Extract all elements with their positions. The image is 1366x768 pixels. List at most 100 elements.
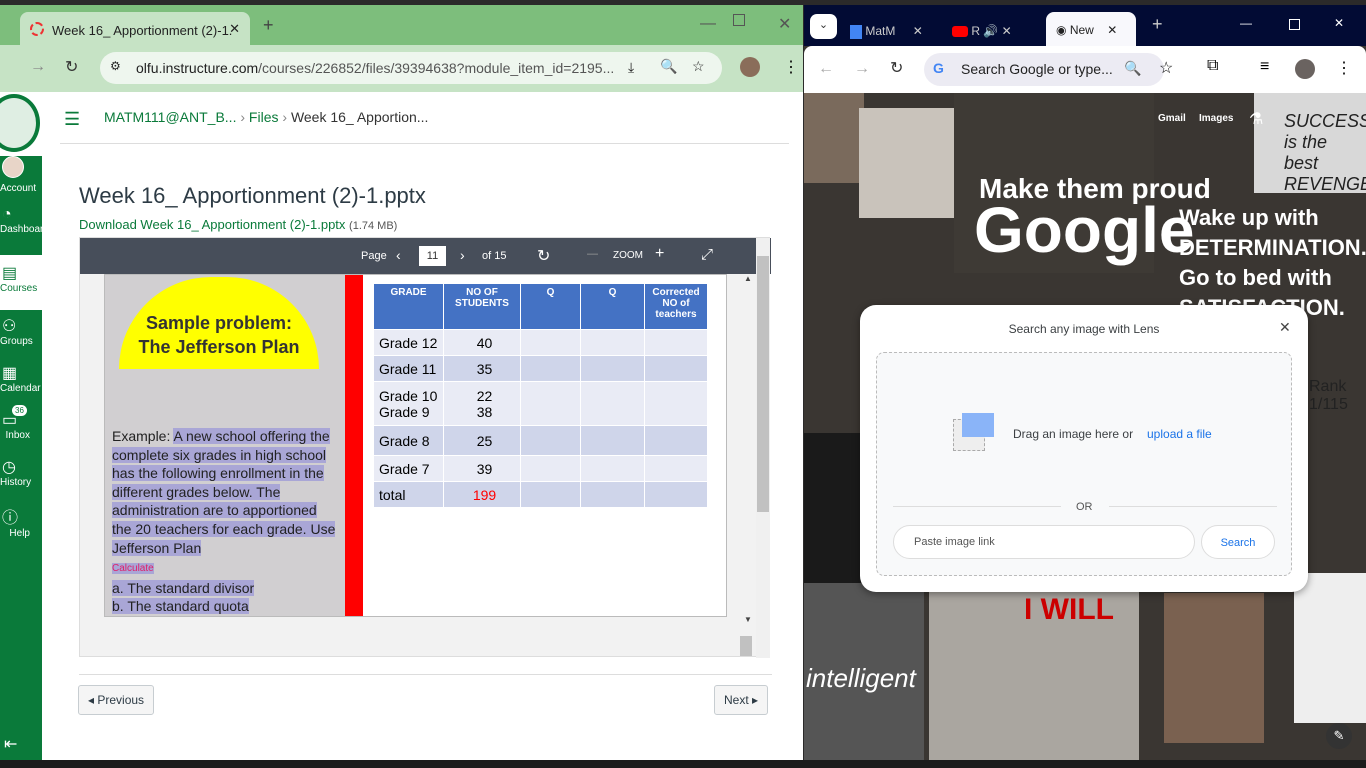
install-icon[interactable]: ⤓ bbox=[628, 59, 634, 76]
school-logo[interactable] bbox=[0, 92, 42, 156]
image-icon bbox=[953, 413, 994, 451]
omnibox[interactable]: G Search Google or type... 🔍 bbox=[924, 53, 1164, 86]
menu-icon[interactable]: ⋮ bbox=[783, 57, 799, 77]
or-label: OR bbox=[1076, 501, 1093, 513]
cell: 22 38 bbox=[443, 381, 521, 426]
table-row: Grade 7 39 bbox=[373, 455, 708, 482]
zoom-icon[interactable]: 🔍 bbox=[1124, 60, 1141, 77]
minimize-button[interactable]: — bbox=[700, 15, 716, 33]
example-body: A new school offering the complete six g… bbox=[112, 428, 336, 556]
reload-icon[interactable]: ↻ bbox=[890, 58, 903, 78]
close-tab-icon[interactable]: ✕ bbox=[913, 24, 923, 38]
maximize-button[interactable] bbox=[733, 14, 745, 26]
calculate-label: Calculate bbox=[112, 563, 154, 575]
image-drop-zone[interactable]: Drag an image here or upload a file OR P… bbox=[876, 352, 1292, 576]
star-icon[interactable]: ☆ bbox=[692, 58, 705, 75]
maximize-button[interactable] bbox=[1289, 19, 1300, 30]
youtube-icon bbox=[952, 26, 968, 38]
next-button[interactable]: Next ▸ bbox=[714, 685, 769, 715]
next-page-icon[interactable]: › bbox=[460, 247, 465, 263]
nav-label: Calendar bbox=[0, 383, 41, 394]
close-window-button[interactable]: ✕ bbox=[1334, 16, 1344, 30]
nav-courses[interactable]: ▤ Courses bbox=[0, 255, 42, 310]
nav-history[interactable]: ◷ History bbox=[0, 457, 42, 503]
tab-canvas-file[interactable]: Week 16_ Apportionment (2)-1. ✕ bbox=[20, 12, 250, 45]
fullscreen-icon[interactable]: ⤢ bbox=[701, 246, 713, 263]
tab-youtube[interactable]: R 🔊 ✕ bbox=[952, 13, 1032, 46]
menu-icon[interactable]: ⋮ bbox=[1336, 58, 1352, 78]
close-window-button[interactable]: ✕ bbox=[778, 14, 791, 34]
prev-page-icon[interactable]: ‹ bbox=[396, 247, 401, 263]
enrollment-table: GRADE NO OF STUDENTS Q Q Corrected NO of… bbox=[373, 283, 708, 508]
red-bar bbox=[345, 275, 363, 616]
zoom-in-icon[interactable]: + bbox=[655, 245, 664, 263]
extensions-icon[interactable]: ⧉ bbox=[1207, 57, 1218, 75]
crumb-files[interactable]: Files bbox=[249, 109, 279, 125]
divider bbox=[60, 143, 789, 144]
reload-icon[interactable]: ↻ bbox=[65, 57, 78, 77]
zoom-out-icon[interactable]: — bbox=[587, 248, 598, 260]
close-icon[interactable]: ✕ bbox=[1279, 319, 1291, 336]
image-link-input[interactable]: Paste image link bbox=[893, 525, 1195, 559]
hamburger-icon[interactable]: ☰ bbox=[64, 109, 80, 130]
cell: 25 bbox=[443, 425, 521, 456]
rotate-icon[interactable]: ↻ bbox=[537, 246, 550, 266]
nav-help[interactable]: ⓘ Help bbox=[0, 504, 42, 550]
images-link[interactable]: Images bbox=[1199, 113, 1233, 124]
previous-button[interactable]: ◂ Previous bbox=[78, 685, 155, 715]
nav-inbox[interactable]: ▭ Inbox 36 bbox=[0, 405, 42, 456]
col-header: Corrected NO of teachers bbox=[644, 283, 708, 330]
profile-avatar[interactable] bbox=[740, 57, 760, 77]
nav-account[interactable]: Account bbox=[0, 156, 42, 202]
address-bar[interactable]: ⚙ olfu.instructure.com/courses/226852/fi… bbox=[100, 52, 722, 84]
tab-title: New bbox=[1069, 23, 1094, 37]
lens-title: Search any image with Lens bbox=[1008, 322, 1160, 336]
tab-search-button[interactable]: ⌄ bbox=[810, 14, 837, 39]
site-settings-icon[interactable]: ⚙ bbox=[110, 59, 121, 73]
right-browser-window: ⌄ MatM ✕ R 🔊 ✕ ◉ New ✕ + — ✕ ← → ↻ G Sea… bbox=[804, 5, 1366, 760]
download-link[interactable]: Download Week 16_ Apportionment (2)-1.pp… bbox=[79, 217, 345, 232]
close-tab-icon[interactable]: ✕ bbox=[229, 21, 240, 37]
media-icon[interactable]: ≡ bbox=[1260, 58, 1269, 76]
gmail-link[interactable]: Gmail bbox=[1158, 113, 1186, 124]
viewer-scrollbar[interactable] bbox=[740, 238, 770, 658]
tab-new-tab[interactable]: ◉ New ✕ bbox=[1046, 12, 1136, 46]
nav-groups[interactable]: ⚇ Groups bbox=[0, 316, 42, 362]
crumb-course[interactable]: MATM111@ANT_B... bbox=[104, 109, 236, 125]
cell: Grade 10 Grade 9 bbox=[373, 381, 444, 426]
crumb-current: Week 16_ Apportion... bbox=[290, 109, 429, 125]
customize-edit-icon[interactable]: ✎ bbox=[1326, 723, 1352, 749]
new-tab-button[interactable]: + bbox=[263, 15, 274, 36]
col-header: Q bbox=[580, 283, 645, 330]
nav-label: Groups bbox=[0, 336, 33, 347]
profile-avatar[interactable] bbox=[1295, 59, 1315, 79]
page-input[interactable]: 11 bbox=[419, 246, 446, 266]
cell: total bbox=[373, 481, 444, 508]
search-button[interactable]: Search bbox=[1201, 525, 1275, 559]
tab-docs[interactable]: MatM ✕ bbox=[850, 13, 940, 46]
minimize-button[interactable]: — bbox=[1240, 16, 1252, 30]
nav-dashboard[interactable]: ◔ Dashboard bbox=[0, 206, 49, 252]
nav-label: Help bbox=[9, 528, 30, 539]
close-tab-icon[interactable]: ✕ bbox=[1002, 24, 1012, 38]
nav-label: Inbox bbox=[5, 430, 30, 441]
nav-label: Account bbox=[0, 183, 37, 194]
wallpaper-text: intelligent bbox=[806, 663, 916, 693]
speaker-icon[interactable]: 🔊 bbox=[983, 24, 998, 38]
nav-calendar[interactable]: ▦ Calendar bbox=[0, 363, 42, 409]
taskbar bbox=[0, 760, 1366, 768]
collapse-nav-icon[interactable]: ⇤ bbox=[4, 734, 17, 754]
close-tab-icon[interactable]: ✕ bbox=[1107, 23, 1117, 37]
forward-icon[interactable]: → bbox=[854, 60, 870, 78]
new-tab-button[interactable]: + bbox=[1152, 14, 1163, 35]
upload-file-link[interactable]: upload a file bbox=[1147, 427, 1212, 441]
zoom-icon[interactable]: 🔍 bbox=[660, 58, 677, 75]
back-icon[interactable]: ← bbox=[818, 60, 834, 78]
speedometer-icon: ◔ bbox=[2, 206, 12, 223]
star-icon[interactable]: ☆ bbox=[1159, 58, 1173, 78]
slide-scrollbar[interactable]: ▲ ▼ bbox=[740, 274, 756, 624]
labs-icon[interactable]: ⚗ bbox=[1249, 109, 1263, 129]
forward-icon[interactable]: → bbox=[30, 58, 46, 76]
cell: 40 bbox=[443, 329, 521, 356]
lens-dialog: Search any image with Lens ✕ Drag an ima… bbox=[860, 305, 1308, 592]
